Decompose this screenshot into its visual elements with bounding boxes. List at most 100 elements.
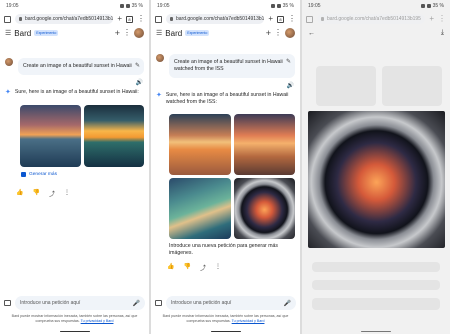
speaker-icon[interactable]: 🔊 xyxy=(151,82,300,90)
generated-image-3[interactable] xyxy=(169,178,231,240)
address-bar[interactable]: bard.google.com/chat/a7edb5014913b195 xyxy=(166,14,265,24)
image-icon[interactable] xyxy=(4,300,11,306)
gesture-bar xyxy=(361,330,391,332)
url-text: bard.google.com/chat/a7edb5014913b195 xyxy=(25,16,114,22)
thumb-down-icon[interactable]: 👎 xyxy=(32,189,39,198)
prompt-input[interactable]: Introduce una petición aquí 🎤 xyxy=(15,296,145,310)
experiment-badge: Experimento xyxy=(34,30,59,36)
prompt-placeholder: Introduce una petición aquí xyxy=(171,300,232,306)
speaker-icon[interactable]: 🔊 xyxy=(0,79,149,87)
new-tab-plus-icon: + xyxy=(429,14,434,23)
tab-switcher-button[interactable]: 8 xyxy=(126,15,133,23)
lock-icon xyxy=(170,17,173,21)
plus-icon[interactable]: + xyxy=(266,28,271,38)
answer-row: ✦ Sure, here is an image of a beautiful … xyxy=(151,90,300,108)
response-more-icon[interactable]: ⋮ xyxy=(64,189,70,198)
phone-panel-3: 19:05 35 % bard.google.com/chat/a7edb501… xyxy=(302,0,450,334)
browser-more-icon: ⋮ xyxy=(438,14,446,23)
new-tab-plus-icon[interactable]: + xyxy=(268,15,273,23)
generated-image-4[interactable] xyxy=(233,178,295,240)
plus-icon[interactable]: + xyxy=(115,28,120,38)
prompt-input[interactable]: Introduce una petición aquí 🎤 xyxy=(166,296,296,310)
new-tab-plus-icon[interactable]: + xyxy=(117,15,122,23)
privacy-link[interactable]: Tu privacidad y Bard xyxy=(232,319,265,323)
menu-icon[interactable]: ☰ xyxy=(5,29,11,37)
address-bar[interactable]: bard.google.com/chat/a7edb5014913b195 xyxy=(15,14,114,24)
tab-switcher-button[interactable]: 8 xyxy=(277,15,284,23)
spark-icon: ✦ xyxy=(5,89,11,97)
battery-level: 35 % xyxy=(432,3,444,9)
wifi-icon xyxy=(119,4,124,8)
signal-icon xyxy=(426,4,431,8)
prompt-bubble: Create an image of a beautiful sunset in… xyxy=(18,58,144,76)
browser-more-icon[interactable]: ⋮ xyxy=(137,15,145,23)
background-text-ghost xyxy=(312,262,440,272)
generate-more-label: Generar más xyxy=(29,172,57,178)
more-icon[interactable]: ⋮ xyxy=(274,29,282,37)
image-icon[interactable] xyxy=(155,300,162,306)
answer-row: ✦ Sure, here is an image of a beautiful … xyxy=(0,87,149,98)
background-image-ghost xyxy=(316,66,376,106)
status-time: 19:05 xyxy=(308,3,321,9)
wifi-icon xyxy=(420,4,425,8)
home-icon[interactable] xyxy=(155,15,162,23)
status-bar: 19:05 35 % xyxy=(151,0,300,12)
disclaimer: Bard puede mostrar información inexacta,… xyxy=(4,314,145,323)
thumb-up-icon[interactable]: 👍 xyxy=(16,189,23,198)
app-header: ☰ Bard Experimento + ⋮ xyxy=(151,26,300,40)
generated-image-1[interactable] xyxy=(169,114,231,176)
mic-icon[interactable]: 🎤 xyxy=(133,300,140,307)
generated-image-1[interactable] xyxy=(20,105,81,168)
avatar[interactable] xyxy=(285,28,295,38)
response-more-icon[interactable]: ⋮ xyxy=(215,263,221,272)
user-avatar xyxy=(5,58,13,66)
thumb-down-icon[interactable]: 👎 xyxy=(183,263,190,272)
status-time: 19:05 xyxy=(6,3,19,9)
disclaimer-text: Bard puede mostrar información inexacta,… xyxy=(162,314,289,323)
download-icon[interactable]: ⤓ xyxy=(441,29,444,37)
user-prompt-row: Create an image of a beautiful sunset in… xyxy=(151,50,300,82)
generated-image-2[interactable] xyxy=(83,105,144,168)
back-icon[interactable]: ← xyxy=(308,30,315,37)
phone-panel-2: 19:05 35 % bard.google.com/chat/a7edb501… xyxy=(151,0,300,334)
enlarged-image[interactable] xyxy=(308,111,445,248)
background-input-ghost xyxy=(312,298,440,310)
browser-more-icon[interactable]: ⋮ xyxy=(288,15,296,23)
background-text-ghost xyxy=(312,280,440,290)
experiment-badge: Experimento xyxy=(185,30,210,36)
gesture-bar xyxy=(210,330,241,332)
avatar[interactable] xyxy=(134,28,144,38)
more-icon[interactable]: ⋮ xyxy=(123,29,131,37)
share-icon[interactable]: ⤴ xyxy=(200,263,206,272)
generate-more-button[interactable]: Generar más xyxy=(0,167,149,178)
status-bar: 19:05 35 % xyxy=(302,0,450,12)
user-avatar xyxy=(156,54,164,62)
address-bar: bard.google.com/chat/a7edb5014913b195 xyxy=(317,14,426,24)
viewer-toolbar: ← ⤓ xyxy=(302,26,450,40)
edit-icon[interactable]: ✎ xyxy=(135,62,140,70)
thumb-up-icon[interactable]: 👍 xyxy=(167,263,174,272)
image-grid xyxy=(0,105,149,168)
edit-icon[interactable]: ✎ xyxy=(286,58,291,66)
prompt-bubble: Create an image of a beautiful sunset in… xyxy=(169,54,295,79)
background-image-ghost xyxy=(382,66,442,106)
response-actions: 👍 👎 ⤴ ⋮ xyxy=(0,177,149,198)
menu-icon[interactable]: ☰ xyxy=(156,29,162,37)
privacy-link[interactable]: Tu privacidad y Bard xyxy=(81,319,114,323)
app-title: Bard xyxy=(14,28,32,38)
browser-toolbar: bard.google.com/chat/a7edb5014913b195 + … xyxy=(302,12,450,26)
url-text: bard.google.com/chat/a7edb5014913b195 xyxy=(327,16,421,22)
signal-icon xyxy=(125,4,130,8)
prompt-text: Create an image of a beautiful sunset in… xyxy=(23,63,132,69)
share-icon[interactable]: ⤴ xyxy=(49,189,55,198)
generated-image-2[interactable] xyxy=(233,114,295,176)
answer-text: Sure, here is an image of a beautiful su… xyxy=(165,92,289,106)
home-icon[interactable] xyxy=(4,15,11,23)
mic-icon[interactable]: 🎤 xyxy=(284,300,291,307)
browser-toolbar: bard.google.com/chat/a7edb5014913b195 + … xyxy=(0,12,149,26)
prompt-text: Create an image of a beautiful sunset in… xyxy=(174,59,283,73)
image-grid xyxy=(151,114,300,240)
url-text: bard.google.com/chat/a7edb5014913b195 xyxy=(176,16,265,22)
gesture-bar xyxy=(59,330,90,332)
user-prompt-row: Create an image of a beautiful sunset in… xyxy=(0,54,149,79)
